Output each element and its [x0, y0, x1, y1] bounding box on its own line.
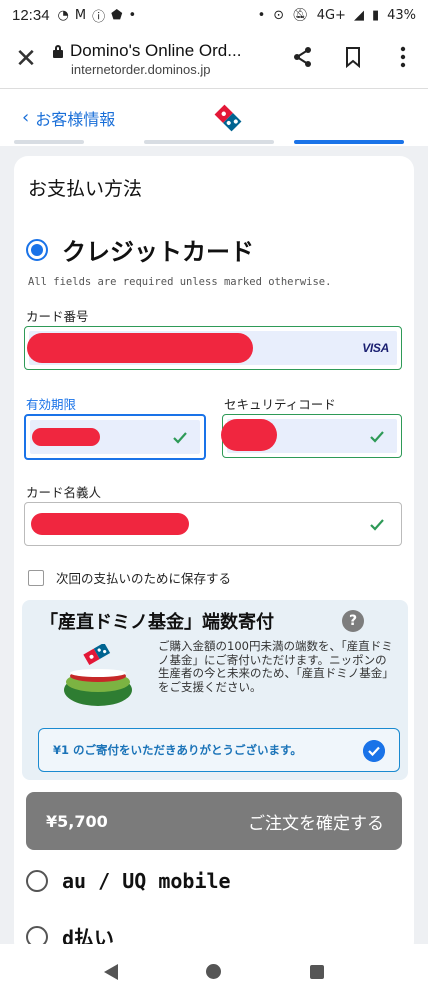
page-title: Domino's Online Ord... — [70, 41, 242, 60]
fund-title: 「産直ドミノ基金」端数寄付 — [40, 612, 274, 633]
payment-option-au[interactable]: au / UQ mobile — [26, 869, 231, 893]
card-number-field[interactable]: VISA — [24, 326, 402, 370]
au-label: au / UQ mobile — [62, 869, 231, 893]
back-label: お客様情報 — [35, 109, 116, 129]
gmail-icon: M — [74, 7, 87, 23]
checkmark-icon — [173, 432, 187, 444]
dot-icon: • — [257, 7, 266, 23]
confirm-order-button[interactable]: ¥5,700 ご注文を確定する — [26, 792, 402, 850]
credit-card-option[interactable]: クレジットカード — [26, 232, 254, 267]
more-icon[interactable] — [378, 46, 428, 73]
section-title: お支払い方法 — [28, 178, 143, 200]
location-icon: ⊙ — [273, 7, 285, 23]
nav-home-icon[interactable] — [206, 964, 222, 979]
donation-box: 「産直ドミノ基金」端数寄付 ? ご購入金額の100円未満の端数を、「産直ドミノ基… — [22, 600, 408, 780]
security-code-field[interactable] — [221, 414, 402, 458]
cardholder-label: カード名義人 — [26, 485, 102, 500]
battery-level: 43% — [387, 7, 416, 23]
checkmark-icon — [370, 431, 384, 443]
redaction — [221, 419, 277, 451]
redaction — [32, 428, 100, 446]
nav-back-icon[interactable] — [104, 963, 119, 980]
share-icon[interactable] — [278, 46, 328, 73]
card-number-label: カード番号 — [26, 309, 89, 324]
checkmark-icon — [370, 519, 384, 531]
visa-icon: VISA — [362, 341, 389, 355]
donation-text: ¥1 のご寄付をいただきありがとうございます。 — [53, 743, 302, 757]
status-bar: 12:34 ◔ M ⓘ ⬟ • • ⊙ 🔕︎ 4G+ ◢ ▮ 43% — [0, 0, 428, 30]
site-header: ‹ お客様情報 — [0, 88, 428, 146]
order-total: ¥5,700 — [46, 811, 108, 831]
payment-card: お支払い方法 クレジットカード All fields are required … — [14, 156, 414, 956]
expiry-label: 有効期限 — [26, 397, 77, 412]
confirm-label: ご注文を確定する — [248, 813, 384, 834]
system-icons: • ⊙ 🔕︎ 4G+ ◢ ▮ 43% — [258, 8, 416, 23]
system-nav-bar — [0, 944, 428, 999]
browser-title-area[interactable]: Domino's Online Ord... internetorder.dom… — [52, 41, 278, 77]
network-type: 4G+ — [316, 7, 346, 23]
close-icon[interactable]: ✕ — [0, 46, 52, 72]
lock-icon — [52, 45, 64, 58]
notification-icons: ◔ M ⓘ ⬟ • — [58, 6, 137, 25]
dot-icon: • — [128, 7, 137, 23]
fund-logo — [58, 642, 138, 708]
required-note: All fields are required unless marked ot… — [28, 276, 332, 288]
progress-segment — [14, 140, 84, 144]
redaction — [27, 333, 253, 363]
credit-card-radio[interactable] — [26, 238, 48, 261]
au-radio[interactable] — [26, 870, 48, 892]
status-time: 12:34 — [12, 6, 50, 24]
fund-description: ご購入金額の100円未満の端数を、「産直ドミノ基金」にご寄付いただけます。ニッポ… — [158, 639, 394, 694]
save-card-option[interactable]: 次回の支払いのために保存する — [28, 568, 231, 587]
donation-toggle[interactable]: ¥1 のご寄付をいただきありがとうございます。 — [38, 728, 400, 772]
dominos-logo[interactable] — [214, 104, 242, 132]
back-link[interactable]: ‹ お客様情報 — [22, 106, 115, 130]
whatsapp-icon: ◔ — [57, 7, 69, 23]
check-circle-icon[interactable] — [363, 740, 385, 762]
bookmark-icon[interactable] — [328, 46, 378, 73]
battery-icon: ▮ — [371, 7, 380, 23]
page-url: internetorder.dominos.jp — [71, 62, 211, 77]
expiry-field[interactable] — [24, 414, 206, 460]
progress-segment-active — [294, 140, 404, 144]
mute-icon: 🔕︎ — [292, 7, 309, 23]
save-card-label: 次回の支払いのために保存する — [56, 571, 232, 586]
chevron-left-icon: ‹ — [22, 107, 30, 128]
security-code-label: セキュリティコード — [224, 397, 336, 412]
credit-card-label: クレジットカード — [62, 238, 254, 266]
cardholder-field[interactable] — [24, 502, 402, 546]
shield-icon: ⬟ — [111, 7, 123, 23]
progress-segment — [144, 140, 274, 144]
browser-toolbar: ✕ Domino's Online Ord... internetorder.d… — [0, 30, 428, 88]
info-icon: ⓘ — [92, 9, 106, 25]
signal-icon: ◢ — [353, 7, 364, 23]
redaction — [31, 513, 189, 535]
nav-recents-icon[interactable] — [309, 964, 324, 979]
progress-tabs — [0, 140, 428, 148]
help-icon[interactable]: ? — [342, 610, 364, 632]
save-card-checkbox[interactable] — [28, 569, 44, 586]
